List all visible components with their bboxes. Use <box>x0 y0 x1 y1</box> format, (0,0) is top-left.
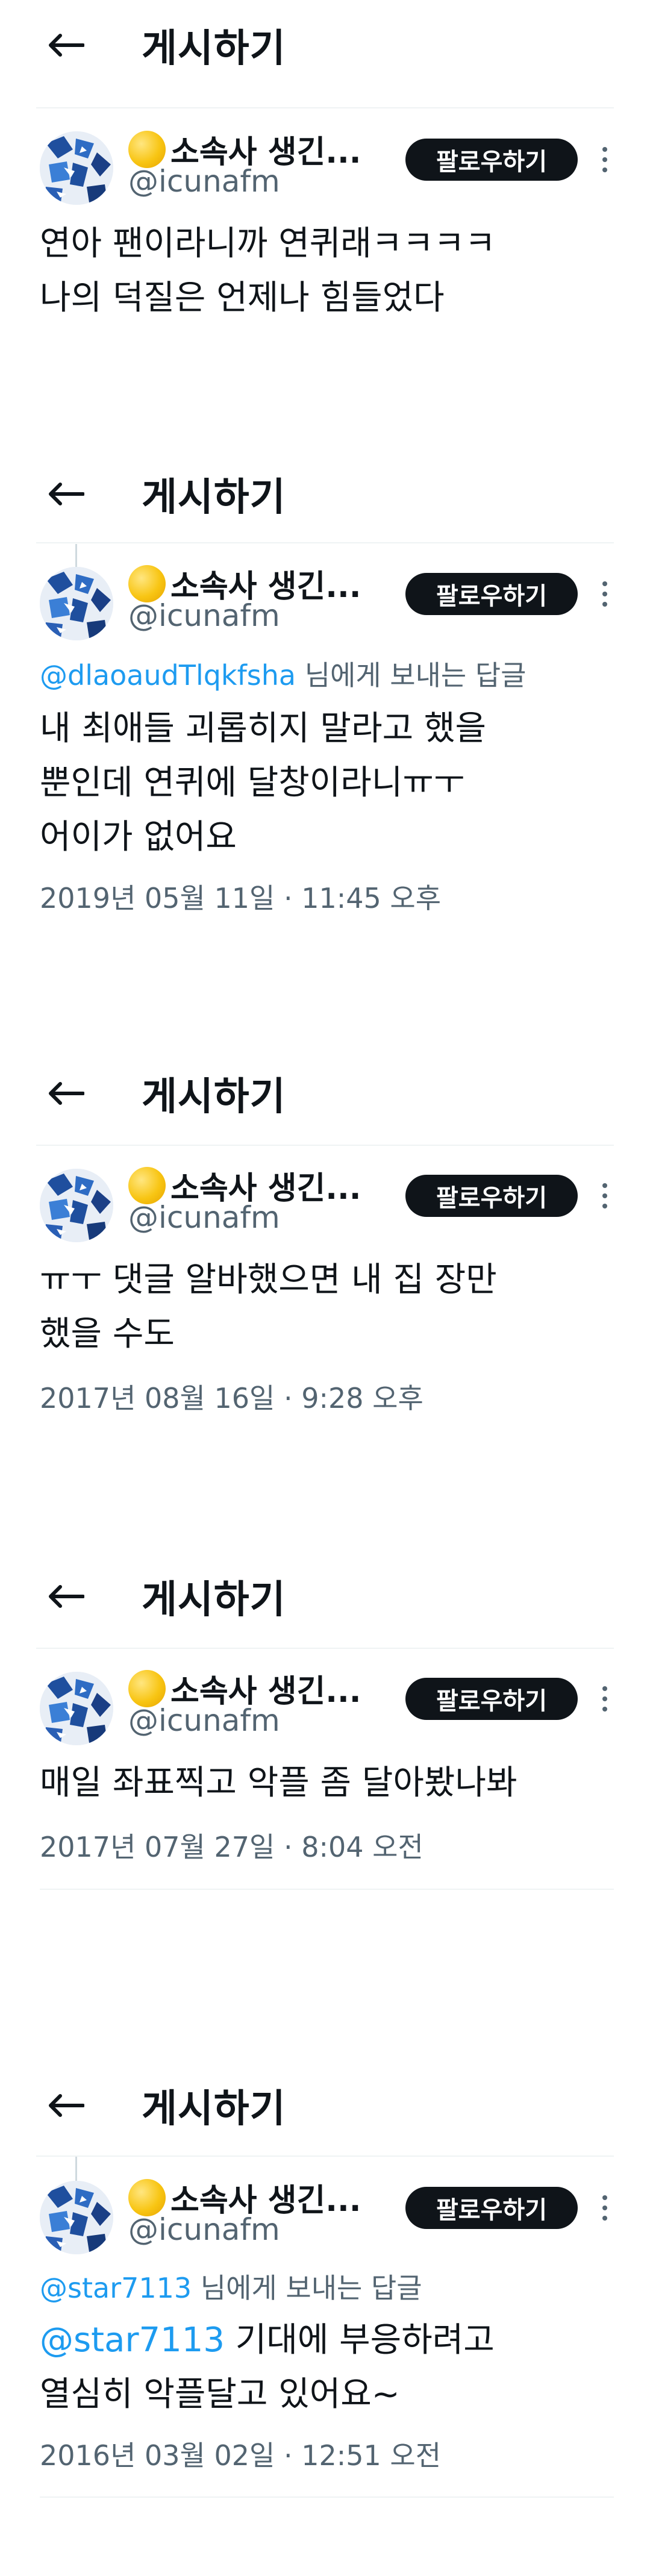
tweet-line: 나의 덕질은 언제나 힘들었다 <box>40 278 445 317</box>
tweet-timestamp[interactable]: 2017년 07월 27일 · 8:04 오전 <box>40 1825 423 1865</box>
header-title: 게시하기 <box>142 1578 286 1622</box>
more-options-icon[interactable] <box>598 579 611 609</box>
post-3: 게시하기 소속사 생긴... @icunafm 팔로우하기 ㅠㅜ 댓글 알바했으… <box>0 1048 650 1415</box>
tweet-text: 내 최애들 괴롭히지 말라고 했을 뿐인데 연퀴에 달창이라니ㅠㅜ 어이가 없어… <box>40 702 614 864</box>
thread-line <box>75 544 77 567</box>
author-handle[interactable]: @icunafm <box>128 598 280 633</box>
tweet-line: 열심히 악플달고 있어요~ <box>40 2375 400 2414</box>
tweet-text: 매일 좌표찍고 악플 좀 달아봤나봐 <box>40 1756 614 1810</box>
post-2: 게시하기 소속사 생긴... @icunafm 팔로우하기 @dlaoaudTl… <box>0 449 650 914</box>
more-options-icon[interactable] <box>598 1181 611 1211</box>
post-5: 게시하기 소속사 생긴... @icunafm 팔로우하기 @star7113 … <box>0 2060 650 2498</box>
reply-context: @star7113 님에게 보내는 답글 <box>40 2266 422 2306</box>
follow-button[interactable]: 팔로우하기 <box>405 2187 578 2229</box>
tweet-timestamp[interactable]: 2017년 08월 16일 · 9:28 오후 <box>40 1377 423 1416</box>
author-handle[interactable]: @icunafm <box>128 164 280 199</box>
header-divider <box>36 1648 614 1649</box>
header-title: 게시하기 <box>142 2087 286 2131</box>
header-title: 게시하기 <box>142 1075 286 1119</box>
more-options-icon[interactable] <box>598 1684 611 1714</box>
back-arrow-icon[interactable] <box>47 1081 84 1105</box>
tweet-line-with-mention: @star7113 기대에 부응하려고 <box>40 2313 614 2368</box>
tweet-timestamp[interactable]: 2019년 05월 11일 · 11:45 오후 <box>40 877 441 916</box>
tweet-line: 매일 좌표찍고 악플 좀 달아봤나봐 <box>40 1763 517 1802</box>
follow-button[interactable]: 팔로우하기 <box>405 1678 578 1720</box>
follow-button[interactable]: 팔로우하기 <box>405 139 578 181</box>
reply-mention-link[interactable]: @star7113 <box>40 2272 192 2304</box>
post-1: 게시하기 소속사 생긴... @icunafm 팔로우하기 연아 팬이라니까 연… <box>0 0 650 317</box>
header-divider <box>36 107 614 108</box>
yellow-circle-icon <box>128 1669 166 1707</box>
author-handle[interactable]: @icunafm <box>128 2212 280 2247</box>
author-handle[interactable]: @icunafm <box>128 1703 280 1738</box>
reply-suffix: 님에게 보내는 답글 <box>192 2272 422 2304</box>
tweet-line: 어이가 없어요 <box>40 818 237 857</box>
back-arrow-icon[interactable] <box>47 2093 84 2118</box>
tweet-line: 내 최애들 괴롭히지 말라고 했을 <box>40 709 486 748</box>
more-options-icon[interactable] <box>598 145 611 175</box>
tweet-timestamp[interactable]: 2016년 03월 02일 · 12:51 오전 <box>40 2434 441 2474</box>
reply-suffix: 님에게 보내는 답글 <box>296 659 527 692</box>
back-arrow-icon[interactable] <box>47 1584 84 1608</box>
tweet-text: ㅠㅜ 댓글 알바했으면 내 집 장만 했을 수도 <box>40 1253 614 1361</box>
back-arrow-icon[interactable] <box>47 33 84 57</box>
post-header: 게시하기 <box>0 1048 650 1139</box>
follow-button[interactable]: 팔로우하기 <box>405 573 578 615</box>
post-header: 게시하기 <box>0 2060 650 2151</box>
reply-mention-link[interactable]: @dlaoaudTlqkfsha <box>40 659 296 692</box>
header-title: 게시하기 <box>142 27 286 71</box>
tweet-text: 연아 팬이라니까 연퀴래ㅋㅋㅋㅋ 나의 덕질은 언제나 힘들었다 <box>40 217 614 325</box>
avatar[interactable] <box>40 567 113 640</box>
author-handle[interactable]: @icunafm <box>128 1200 280 1235</box>
post-header: 게시하기 <box>0 0 650 90</box>
back-arrow-icon[interactable] <box>47 482 84 506</box>
tweet-text: @star7113 기대에 부응하려고 열심히 악플달고 있어요~ <box>40 2313 614 2422</box>
header-divider <box>36 2156 614 2157</box>
tweet-line: ㅠㅜ 댓글 알바했으면 내 집 장만 <box>40 1260 497 1299</box>
post-bottom-divider <box>40 1889 614 1890</box>
more-options-icon[interactable] <box>598 2193 611 2223</box>
yellow-circle-icon <box>128 130 166 168</box>
tweet-mention-link[interactable]: @star7113 <box>40 2321 225 2360</box>
thread-line <box>75 2157 77 2181</box>
post-header: 게시하기 <box>0 449 650 539</box>
tweet-line: 했을 수도 <box>40 1315 175 1354</box>
post-header: 게시하기 <box>0 1551 650 1642</box>
reply-context: @dlaoaudTlqkfsha 님에게 보내는 답글 <box>40 654 527 693</box>
avatar[interactable] <box>40 1672 113 1745</box>
follow-button[interactable]: 팔로우하기 <box>405 1175 578 1217</box>
post-4: 게시하기 소속사 생긴... @icunafm 팔로우하기 매일 좌표찍고 악플… <box>0 1551 650 1890</box>
tweet-line: 기대에 부응하려고 <box>225 2321 495 2360</box>
tweet-line: 연아 팬이라니까 연퀴래ㅋㅋㅋㅋ <box>40 224 496 263</box>
avatar[interactable] <box>40 2181 113 2254</box>
yellow-circle-icon <box>128 564 166 602</box>
post-bottom-divider <box>40 2496 614 2498</box>
yellow-circle-icon <box>128 1166 166 1204</box>
header-title: 게시하기 <box>142 475 286 520</box>
header-divider <box>36 542 614 543</box>
avatar[interactable] <box>40 131 113 205</box>
tweet-line: 뿐인데 연퀴에 달창이라니ㅠㅜ <box>40 763 465 802</box>
avatar[interactable] <box>40 1169 113 1242</box>
yellow-circle-icon <box>128 2178 166 2216</box>
header-divider <box>36 1145 614 1146</box>
